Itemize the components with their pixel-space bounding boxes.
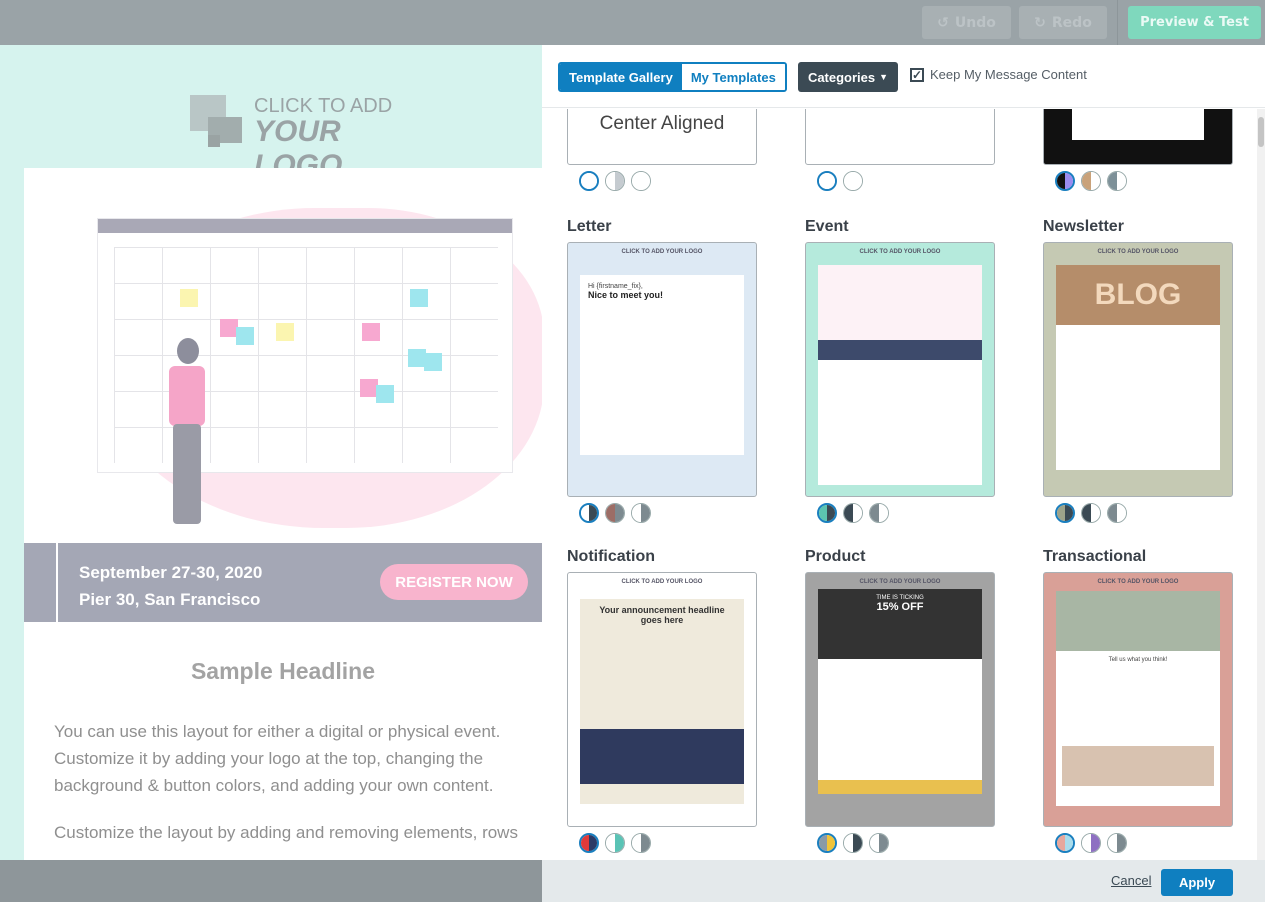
toolbar-divider	[1117, 0, 1118, 45]
undo-button[interactable]: ↺ Undo	[922, 6, 1011, 39]
color-swatch[interactable]	[1081, 503, 1101, 523]
logo-placeholder[interactable]: CLICK TO ADD YOUR LOGO	[190, 95, 430, 182]
hero-illustration[interactable]	[64, 198, 542, 528]
color-swatch[interactable]	[579, 833, 599, 853]
color-swatch[interactable]	[817, 171, 837, 191]
color-swatch[interactable]	[1055, 171, 1075, 191]
color-variant-swatches	[579, 171, 651, 191]
person-figure	[159, 338, 219, 538]
template-name: Notification	[567, 548, 655, 565]
template-thumbnail-product[interactable]: CLICK TO ADD YOUR LOGO TIME IS TICKING 15%…	[805, 572, 995, 827]
undo-icon: ↺	[937, 14, 949, 31]
template-thumbnail-transactional[interactable]: CLICK TO ADD YOUR LOGO Tell us what you t…	[1043, 572, 1233, 827]
template-name: Event	[805, 218, 849, 235]
color-swatch[interactable]	[605, 833, 625, 853]
color-swatch[interactable]	[1107, 833, 1127, 853]
color-swatch[interactable]	[631, 833, 651, 853]
top-toolbar: ↺ Undo ↻ Redo Preview & Test	[0, 0, 1265, 45]
register-now-button[interactable]: REGISTER NOW	[380, 564, 528, 600]
color-swatch[interactable]	[631, 171, 651, 191]
preview-test-button[interactable]: Preview & Test	[1128, 6, 1261, 39]
cancel-button[interactable]: Cancel	[1111, 873, 1151, 888]
template-thumbnail-letter[interactable]: CLICK TO ADD YOUR LOGO Hi {firstname_fix}…	[567, 242, 757, 497]
color-swatch[interactable]	[1107, 503, 1127, 523]
template-thumbnail-newsletter[interactable]: CLICK TO ADD YOUR LOGO BLOG	[1043, 242, 1233, 497]
color-variant-swatches	[1055, 171, 1127, 191]
color-swatch[interactable]	[869, 503, 889, 523]
redo-button[interactable]: ↻ Redo	[1019, 6, 1107, 39]
apply-button[interactable]: Apply	[1161, 869, 1233, 896]
color-variant-swatches	[817, 503, 889, 523]
color-swatch[interactable]	[1055, 503, 1075, 523]
categories-dropdown[interactable]: Categories ▼	[798, 62, 898, 92]
color-swatch[interactable]	[843, 503, 863, 523]
color-swatch[interactable]	[1081, 833, 1101, 853]
color-variant-swatches	[817, 833, 889, 853]
color-swatch[interactable]	[817, 833, 837, 853]
email-editor-canvas: CLICK TO ADD YOUR LOGO September 27-30, …	[0, 45, 542, 860]
template-list: Center Aligned Letter CLICK TO ADD YOUR LO…	[542, 109, 1265, 860]
caret-down-icon: ▼	[879, 72, 889, 82]
color-swatch[interactable]	[1055, 833, 1075, 853]
template-name: Transactional	[1043, 548, 1147, 565]
event-banner[interactable]: September 27-30, 2020 Pier 30, San Franci…	[24, 543, 542, 622]
sample-headline[interactable]: Sample Headline	[24, 658, 542, 685]
template-thumbnail-event[interactable]: CLICK TO ADD YOUR LOGO	[805, 242, 995, 497]
scrollbar[interactable]	[1257, 109, 1265, 860]
template-name: Letter	[567, 218, 612, 235]
tab-template-gallery[interactable]: Template Gallery	[560, 64, 682, 90]
color-swatch[interactable]	[605, 171, 625, 191]
color-swatch[interactable]	[843, 171, 863, 191]
color-swatch[interactable]	[869, 833, 889, 853]
color-variant-swatches	[817, 171, 863, 191]
template-thumbnail[interactable]: Center Aligned	[567, 109, 757, 165]
body-text[interactable]: You can use this layout for either a dig…	[54, 718, 542, 860]
template-thumbnail[interactable]	[1043, 109, 1233, 165]
redo-icon: ↻	[1034, 14, 1046, 31]
color-variant-swatches	[579, 503, 651, 523]
editor-footer	[0, 860, 542, 902]
gallery-tabs: Template Gallery My Templates	[558, 62, 787, 92]
keep-content-checkbox[interactable]: ✓ Keep My Message Content	[910, 67, 1087, 82]
template-thumbnail[interactable]	[805, 109, 995, 165]
color-swatch[interactable]	[1107, 171, 1127, 191]
gallery-footer: Cancel Apply	[542, 860, 1265, 902]
template-name: Product	[805, 548, 866, 565]
color-swatch[interactable]	[605, 503, 625, 523]
color-swatch[interactable]	[579, 171, 599, 191]
color-swatch[interactable]	[631, 503, 651, 523]
template-thumbnail-notification[interactable]: CLICK TO ADD YOUR LOGO Your announcement …	[567, 572, 757, 827]
color-swatch[interactable]	[579, 503, 599, 523]
email-content: September 27-30, 2020 Pier 30, San Franci…	[24, 168, 542, 860]
color-swatch[interactable]	[1081, 171, 1101, 191]
color-variant-swatches	[1055, 833, 1127, 853]
color-swatch[interactable]	[843, 833, 863, 853]
checkbox-checked-icon: ✓	[910, 67, 924, 82]
tab-my-templates[interactable]: My Templates	[681, 64, 785, 90]
template-gallery-panel: Template Gallery My Templates Categories…	[542, 45, 1265, 902]
color-variant-swatches	[1055, 503, 1127, 523]
color-swatch[interactable]	[817, 503, 837, 523]
template-name: Newsletter	[1043, 218, 1124, 235]
color-variant-swatches	[579, 833, 651, 853]
